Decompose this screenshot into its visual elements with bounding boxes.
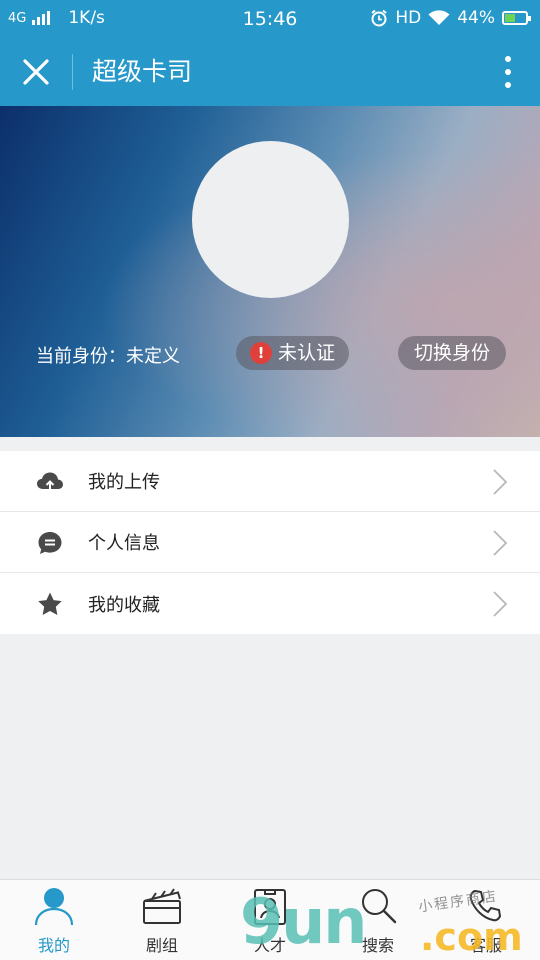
- menu-item-personal-info[interactable]: 个人信息: [0, 512, 540, 573]
- menu-item-label: 个人信息: [88, 533, 160, 554]
- profile-card-icon: [254, 889, 286, 925]
- alarm-icon: [371, 9, 387, 27]
- person-icon: [34, 888, 74, 926]
- avatar[interactable]: [192, 141, 349, 298]
- chevron-right-icon: [493, 591, 508, 617]
- menu-list: 我的上传 个人信息 我的收藏: [0, 451, 540, 634]
- menu-item-uploads[interactable]: 我的上传: [0, 451, 540, 512]
- tab-label: 搜索: [361, 936, 394, 955]
- status-bar: 4G 1K/s 15:46 HD 44%: [0, 0, 540, 38]
- tab-search[interactable]: 搜索: [324, 880, 432, 960]
- message-icon: [38, 532, 62, 554]
- menu-item-favorites[interactable]: 我的收藏: [0, 573, 540, 634]
- verify-status-label: 未认证: [278, 342, 336, 364]
- phone-icon: [469, 889, 502, 922]
- tab-label: 我的: [37, 936, 70, 955]
- chevron-right-icon: [493, 469, 508, 495]
- battery-percent: 44%: [457, 8, 495, 28]
- tab-talent[interactable]: 人才: [216, 880, 324, 960]
- chevron-right-icon: [493, 530, 508, 556]
- tab-label: 剧组: [145, 936, 178, 955]
- tab-mine[interactable]: 我的: [0, 880, 108, 960]
- switch-identity-button[interactable]: 切换身份: [398, 336, 507, 370]
- wifi-icon: [428, 10, 450, 25]
- bottom-tab-bar: 我的 剧组 人才 搜索 客服: [0, 879, 540, 960]
- identity-label: 当前身份：未定义: [36, 346, 180, 367]
- star-icon: [38, 592, 62, 615]
- nav-divider: [72, 54, 73, 90]
- cloud-upload-icon: [37, 472, 63, 490]
- tab-service[interactable]: 客服: [432, 880, 540, 960]
- hd-indicator: HD: [395, 8, 422, 28]
- nav-bar: 超级卡司: [0, 38, 540, 106]
- switch-identity-label: 切换身份: [414, 342, 491, 364]
- close-icon[interactable]: [16, 52, 56, 92]
- status-right: HD 44%: [370, 8, 531, 28]
- page-title: 超级卡司: [92, 57, 193, 86]
- profile-header: 当前身份：未定义 ! 未认证 切换身份: [0, 106, 540, 437]
- menu-item-label: 我的收藏: [88, 594, 160, 616]
- warning-icon: !: [250, 342, 272, 364]
- menu-item-label: 我的上传: [88, 472, 160, 493]
- clapperboard-icon: [143, 888, 181, 924]
- more-vertical-icon[interactable]: [498, 54, 518, 90]
- search-icon: [362, 889, 397, 924]
- verify-status-button[interactable]: ! 未认证: [236, 336, 350, 370]
- tab-label: 人才: [253, 936, 286, 955]
- tab-crew[interactable]: 剧组: [108, 880, 216, 960]
- tab-label: 客服: [469, 936, 502, 955]
- battery-icon: [502, 11, 531, 25]
